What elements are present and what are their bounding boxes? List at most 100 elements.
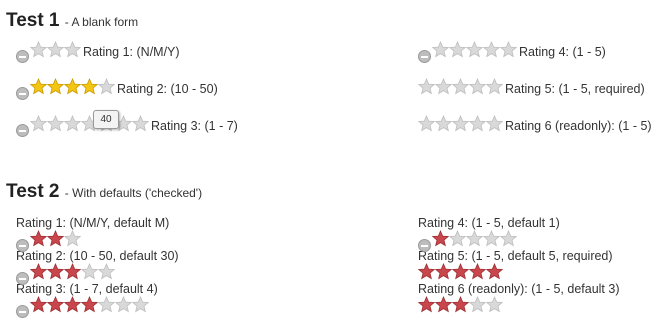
- test2-rating-6: [418, 296, 503, 316]
- cancel-rating-icon[interactable]: [418, 239, 431, 253]
- star-empty-icon: [486, 115, 503, 132]
- star-filled-icon[interactable]: [47, 77, 64, 95]
- rating-label: Rating 1: (N/M/Y): [83, 45, 180, 59]
- star-filled-icon[interactable]: [435, 263, 452, 280]
- test1-rating-5[interactable]: Rating 5: (1 - 5, required): [418, 78, 645, 100]
- star-filled-icon[interactable]: [30, 77, 47, 95]
- rating-widget[interactable]: [418, 229, 517, 253]
- test2-rating-4[interactable]: [418, 229, 517, 253]
- star-filled-icon[interactable]: [64, 295, 81, 313]
- star-empty-icon[interactable]: [435, 78, 452, 95]
- star-empty-icon[interactable]: [30, 40, 47, 58]
- star-filled-icon[interactable]: [432, 229, 449, 247]
- test2-subtitle: - With defaults ('checked'): [64, 186, 203, 200]
- cancel-rating-icon[interactable]: [16, 124, 29, 138]
- star-empty-icon: [452, 115, 469, 132]
- star-empty-icon[interactable]: [64, 229, 81, 247]
- star-filled-icon[interactable]: [486, 263, 503, 280]
- star-empty-icon[interactable]: [64, 40, 81, 58]
- star-empty-icon[interactable]: [418, 78, 435, 95]
- star-empty-icon[interactable]: [98, 295, 115, 313]
- test2-rating-5[interactable]: [418, 263, 503, 285]
- rating-widget[interactable]: [418, 78, 503, 100]
- star-empty-icon[interactable]: [64, 114, 81, 132]
- star-empty-icon[interactable]: [500, 229, 517, 247]
- rating-label: Rating 6 (readonly): (1 - 5): [505, 119, 652, 133]
- test2-rating-1-label: Rating 1: (N/M/Y, default M): [16, 216, 170, 230]
- star-empty-icon[interactable]: [466, 40, 483, 58]
- star-empty-icon[interactable]: [98, 262, 115, 280]
- cancel-rating-icon[interactable]: [16, 87, 29, 101]
- test1-rating-1[interactable]: Rating 1: (N/M/Y): [16, 40, 180, 64]
- star-filled-icon[interactable]: [469, 263, 486, 280]
- star-filled-icon[interactable]: [47, 229, 64, 247]
- test1-rating-4[interactable]: Rating 4: (1 - 5): [418, 40, 606, 64]
- rating-label: Rating 2: (10 - 50): [117, 82, 218, 96]
- test2-rating-1[interactable]: [16, 229, 81, 253]
- star-empty-icon[interactable]: [452, 78, 469, 95]
- star-filled-icon[interactable]: [418, 263, 435, 280]
- rating-widget[interactable]: [16, 229, 81, 253]
- rating-label: Rating 5: (1 - 5, required): [505, 82, 645, 96]
- rating-widget[interactable]: [16, 262, 115, 286]
- star-filled-icon[interactable]: [30, 295, 47, 313]
- test1-rating-6: Rating 6 (readonly): (1 - 5): [418, 115, 652, 137]
- rating-widget: [418, 115, 503, 137]
- star-filled-icon[interactable]: [64, 77, 81, 95]
- cancel-rating-icon[interactable]: [16, 239, 29, 253]
- star-filled-icon[interactable]: [30, 262, 47, 280]
- rating-tooltip: 40: [93, 110, 119, 129]
- star-empty-icon[interactable]: [115, 295, 132, 313]
- star-empty-icon[interactable]: [469, 78, 486, 95]
- rating-widget[interactable]: [16, 114, 149, 138]
- star-empty-icon: [469, 296, 486, 313]
- rating-widget[interactable]: [418, 263, 503, 285]
- star-empty-icon[interactable]: [132, 295, 149, 313]
- cancel-rating-icon[interactable]: [16, 272, 29, 286]
- star-filled-icon[interactable]: [81, 295, 98, 313]
- star-filled-icon[interactable]: [47, 262, 64, 280]
- star-empty-icon[interactable]: [486, 78, 503, 95]
- cancel-rating-icon[interactable]: [16, 305, 29, 319]
- star-empty-icon[interactable]: [500, 40, 517, 58]
- test2-rating-4-label: Rating 4: (1 - 5, default 1): [418, 216, 560, 230]
- test1-subtitle: - A blank form: [64, 15, 139, 29]
- rating-widget[interactable]: [16, 77, 115, 101]
- rating-widget[interactable]: [418, 40, 517, 64]
- star-empty-icon[interactable]: [466, 229, 483, 247]
- rating-widget[interactable]: [16, 295, 149, 319]
- cancel-rating-icon[interactable]: [16, 50, 29, 64]
- test1-rating-3[interactable]: Rating 3: (1 - 7): [16, 114, 238, 138]
- star-filled-icon: [435, 296, 452, 313]
- star-empty-icon[interactable]: [483, 229, 500, 247]
- star-filled-icon[interactable]: [30, 229, 47, 247]
- star-empty-icon[interactable]: [132, 114, 149, 132]
- star-filled-icon[interactable]: [64, 262, 81, 280]
- rating-label: Rating 4: (1 - 5): [519, 45, 606, 59]
- rating-widget[interactable]: [16, 40, 81, 64]
- test2-rating-3[interactable]: [16, 295, 149, 319]
- star-empty-icon[interactable]: [47, 40, 64, 58]
- star-empty-icon: [469, 115, 486, 132]
- star-empty-icon[interactable]: [483, 40, 500, 58]
- star-empty-icon[interactable]: [449, 229, 466, 247]
- cancel-rating-icon[interactable]: [418, 50, 431, 64]
- test2-title: Test 2: [6, 181, 60, 202]
- star-filled-icon[interactable]: [47, 295, 64, 313]
- star-empty-icon: [435, 115, 452, 132]
- test1-title: Test 1: [6, 10, 60, 31]
- star-empty-icon[interactable]: [47, 114, 64, 132]
- test2-rating-2[interactable]: [16, 262, 115, 286]
- star-empty-icon: [418, 115, 435, 132]
- star-empty-icon[interactable]: [30, 114, 47, 132]
- star-empty-icon[interactable]: [449, 40, 466, 58]
- star-filled-icon: [418, 296, 435, 313]
- star-filled-icon[interactable]: [81, 77, 98, 95]
- star-empty-icon[interactable]: [432, 40, 449, 58]
- test2-heading: Test 2 - With defaults ('checked'): [6, 181, 202, 203]
- star-empty-icon[interactable]: [98, 77, 115, 95]
- star-empty-icon: [486, 296, 503, 313]
- star-filled-icon[interactable]: [452, 263, 469, 280]
- test1-rating-2[interactable]: Rating 2: (10 - 50): [16, 77, 218, 101]
- star-empty-icon[interactable]: [81, 262, 98, 280]
